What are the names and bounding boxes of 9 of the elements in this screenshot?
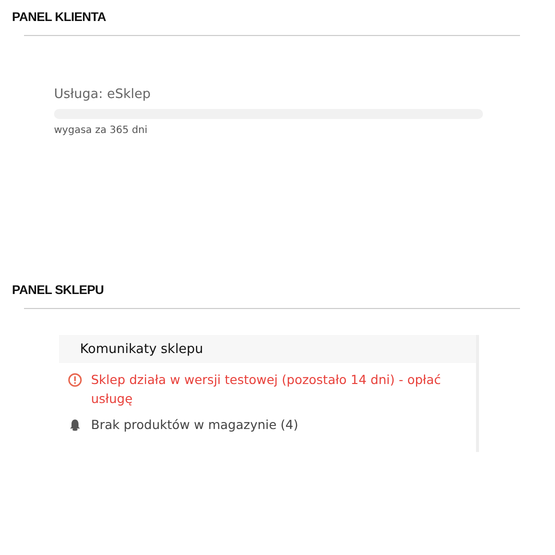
expiry-text: wygasa za 365 dni	[54, 125, 148, 136]
message-text: Brak produktów w magazynie (4)	[91, 416, 298, 434]
service-label: Usługa: eSklep	[54, 87, 152, 102]
alert-icon	[68, 373, 82, 387]
message-text: Sklep działa w wersji testowej (pozostało 14 dni) - opłać usługę	[91, 371, 442, 408]
messages-header: Komunikaty sklepu	[59, 335, 476, 363]
section-heading: PANEL KLIENTA	[12, 10, 108, 24]
bell-icon	[68, 418, 82, 432]
section-heading: PANEL SKLEPU	[12, 283, 105, 297]
